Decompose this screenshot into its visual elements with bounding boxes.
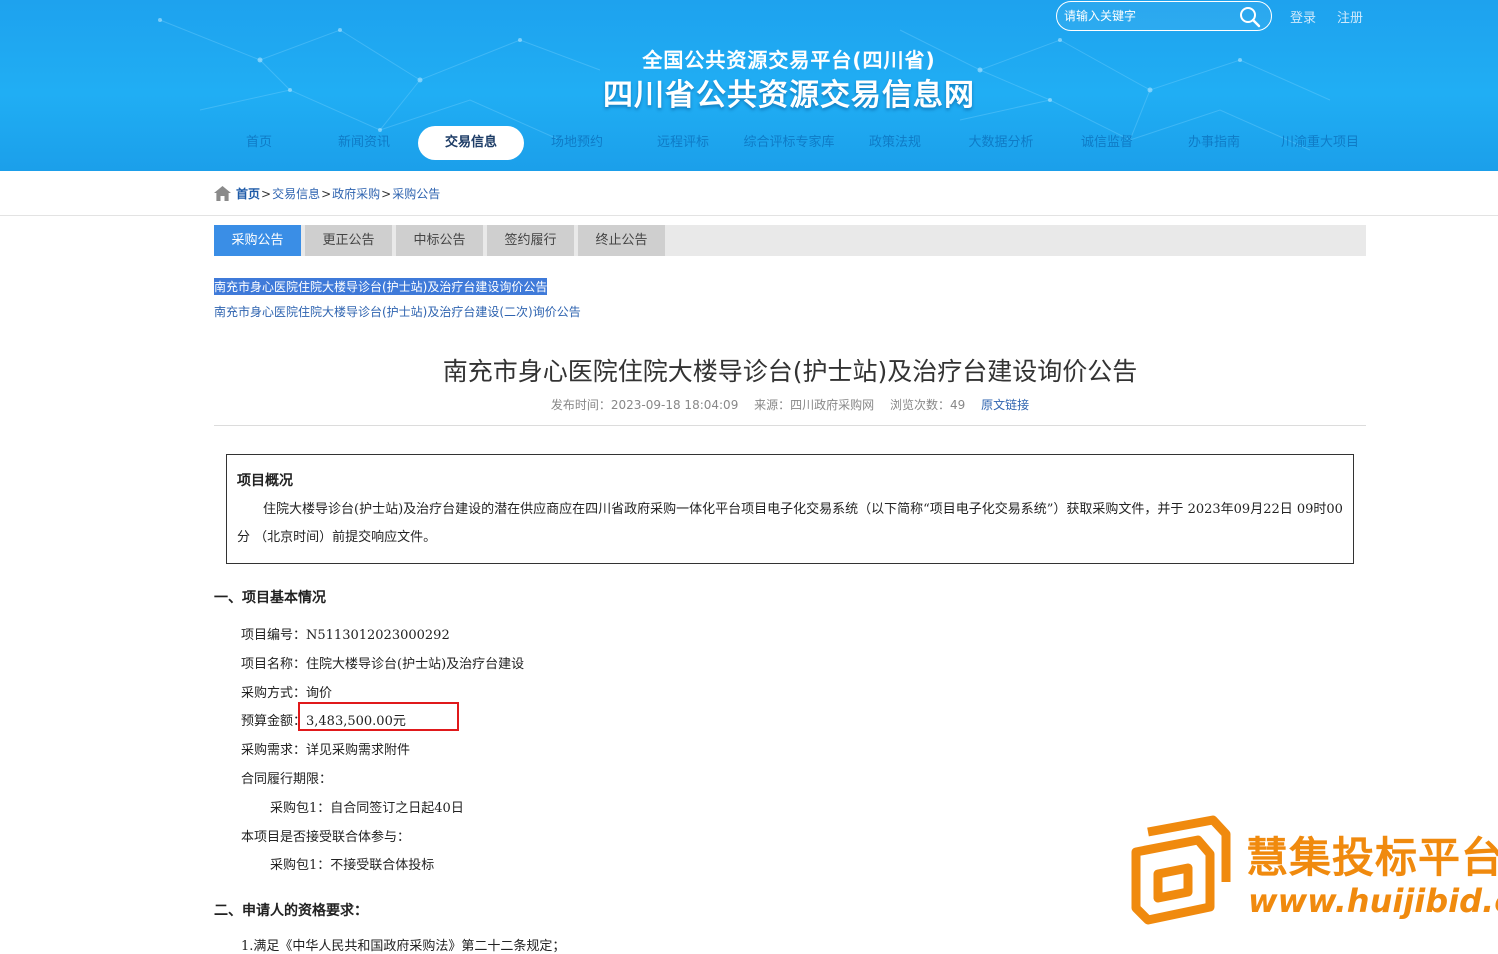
tab-termination-notice[interactable]: 终止公告	[578, 225, 665, 256]
consortium-package: 采购包1：不接受联合体投标	[270, 858, 435, 873]
tab-award-notice[interactable]: 中标公告	[396, 225, 483, 256]
nav-home[interactable]: 首页	[232, 126, 286, 160]
breadcrumb-home[interactable]: 首页	[236, 187, 260, 201]
home-icon	[214, 186, 231, 201]
procurement-method: 采购方式：询价	[241, 686, 333, 701]
project-number: 项目编号：N5113012023000292	[241, 628, 450, 643]
article-meta: 发布时间：2023-09-18 18:04:09 来源：四川政府采购网 浏览次数…	[214, 396, 1366, 413]
tab-procurement-notice[interactable]: 采购公告	[214, 225, 301, 256]
header-banner: 登录 注册 全国公共资源交易平台(四川省) 四川省公共资源交易信息网 首页 新闻…	[0, 0, 1498, 171]
project-overview-box: 项目概况 住院大楼导诊台(护士站)及治疗台建设的潜在供应商应在四川省政府采购一体…	[226, 454, 1354, 564]
publish-time: 发布时间：2023-09-18 18:04:09	[550, 398, 739, 412]
original-link[interactable]: 原文链接	[981, 398, 1029, 412]
section-basic-info-title: 一、项目基本情况	[214, 590, 326, 606]
contract-period-label: 合同履行期限：	[241, 772, 333, 787]
watermark-logo-icon	[1131, 815, 1231, 925]
nav-big-data[interactable]: 大数据分析	[960, 126, 1042, 160]
nav-policy[interactable]: 政策法规	[861, 126, 929, 160]
article-source: 来源：四川政府采购网	[754, 398, 875, 412]
contract-period-package: 采购包1：自合同签订之日起40日	[270, 801, 464, 816]
procurement-requirement: 采购需求：详见采购需求附件	[241, 743, 411, 758]
breadcrumb: 首页>交易信息>政府采购>采购公告	[214, 185, 440, 202]
related-notice-link[interactable]: 南充市身心医院住院大楼导诊台(护士站)及治疗台建设(二次)询价公告	[214, 303, 581, 320]
search-box	[1056, 1, 1272, 31]
section-qualification-title: 二、申请人的资格要求：	[214, 903, 368, 919]
tab-correction-notice[interactable]: 更正公告	[305, 225, 392, 256]
notice-tabs: 采购公告 更正公告 中标公告 签约履行 终止公告	[214, 225, 1366, 256]
breadcrumb-trade-info[interactable]: 交易信息	[272, 187, 320, 201]
breadcrumb-separator: >	[321, 187, 332, 201]
view-count: 浏览次数：49	[890, 398, 966, 412]
nav-expert-pool[interactable]: 综合评标专家库	[736, 126, 842, 160]
nav-venue-booking[interactable]: 场地预约	[543, 126, 611, 160]
nav-trade-info[interactable]: 交易信息	[418, 126, 524, 160]
nav-news[interactable]: 新闻资讯	[330, 126, 398, 160]
search-icon[interactable]	[1239, 6, 1261, 28]
watermark: 慧集投标平台 www.huijibid.cn	[1118, 812, 1498, 942]
main-nav: 首页 新闻资讯 交易信息 场地预约 远程评标 综合评标专家库 政策法规 大数据分…	[0, 126, 1498, 160]
nav-credit-supervision[interactable]: 诚信监督	[1073, 126, 1141, 160]
login-link[interactable]: 登录	[1290, 7, 1316, 26]
breadcrumb-procurement-notice[interactable]: 采购公告	[392, 187, 440, 201]
site-subtitle: 全国公共资源交易平台(四川省)	[642, 48, 936, 72]
site-title: 四川省公共资源交易信息网	[603, 78, 975, 113]
article-title: 南充市身心医院住院大楼导诊台(护士站)及治疗台建设询价公告	[442, 357, 1138, 386]
qualification-item: 1.满足《中华人民共和国政府采购法》第二十二条规定；	[241, 939, 566, 954]
tab-contract-performance[interactable]: 签约履行	[487, 225, 574, 256]
breadcrumb-bar: 首页>交易信息>政府采购>采购公告	[0, 171, 1498, 216]
register-link[interactable]: 注册	[1337, 7, 1363, 26]
breadcrumb-separator: >	[261, 187, 272, 201]
nav-guide[interactable]: 办事指南	[1180, 126, 1248, 160]
project-name: 项目名称：住院大楼导诊台(护士站)及治疗台建设	[241, 657, 525, 672]
budget-highlight-box	[298, 702, 459, 731]
nav-key-projects[interactable]: 川渝重大项目	[1272, 126, 1368, 160]
overview-text: 住院大楼导诊台(护士站)及治疗台建设的潜在供应商应在四川省政府采购一体化平台项目…	[237, 502, 1343, 545]
watermark-name: 慧集投标平台	[1246, 833, 1498, 882]
breadcrumb-gov-procurement[interactable]: 政府采购	[332, 187, 380, 201]
breadcrumb-separator: >	[381, 187, 392, 201]
title-divider	[214, 425, 1366, 426]
overview-title: 项目概况	[237, 473, 293, 489]
nav-remote-bid-eval[interactable]: 远程评标	[649, 126, 717, 160]
watermark-url: www.huijibid.cn	[1248, 882, 1498, 920]
consortium-label: 本项目是否接受联合体参与：	[241, 830, 411, 845]
related-notice-link[interactable]: 南充市身心医院住院大楼导诊台(护士站)及治疗台建设询价公告	[214, 278, 548, 295]
search-input[interactable]	[1064, 6, 1234, 26]
